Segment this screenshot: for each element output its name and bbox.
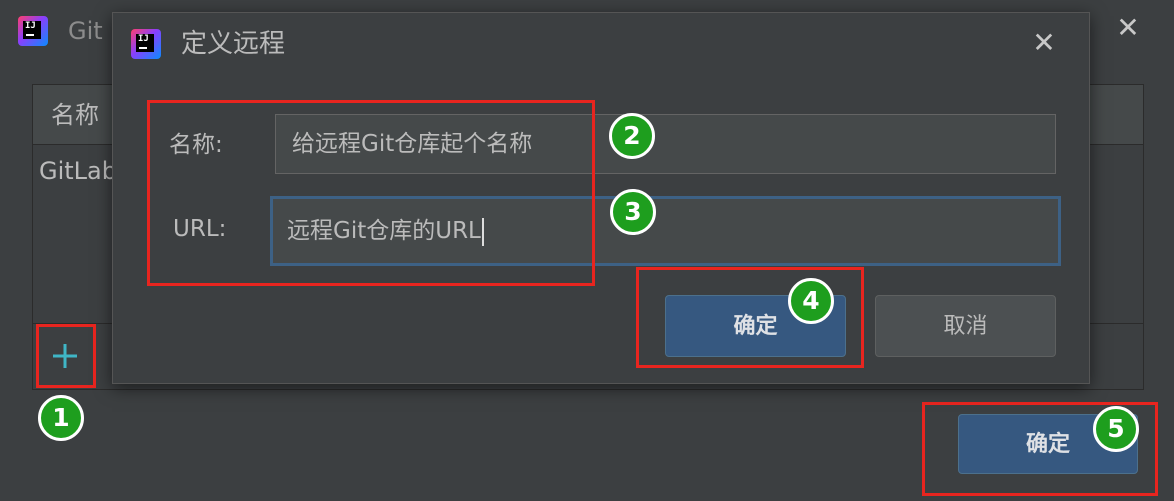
dialog-close-icon[interactable]: ✕ bbox=[1028, 29, 1060, 61]
dialog-logo-icon: IJ bbox=[131, 29, 161, 59]
intellij-logo-icon: IJ bbox=[18, 16, 48, 46]
step-badge-5: 5 bbox=[1093, 406, 1139, 452]
highlight-add-button bbox=[36, 324, 96, 388]
step-badge-1: 1 bbox=[38, 395, 84, 441]
window-close-icon[interactable]: ✕ bbox=[1112, 14, 1144, 46]
step-badge-2: 2 bbox=[609, 113, 655, 159]
remote-name-cell: GitLab bbox=[39, 157, 117, 185]
highlight-form-fields bbox=[147, 100, 595, 286]
highlight-dialog-ok bbox=[636, 267, 864, 368]
window-title: Git bbox=[68, 17, 103, 45]
step-badge-4: 4 bbox=[788, 278, 834, 324]
column-header-name: 名称 bbox=[51, 101, 99, 129]
dialog-title: 定义远程 bbox=[181, 29, 286, 59]
dialog-cancel-button[interactable]: 取消 bbox=[875, 295, 1056, 357]
step-badge-3: 3 bbox=[610, 189, 656, 235]
